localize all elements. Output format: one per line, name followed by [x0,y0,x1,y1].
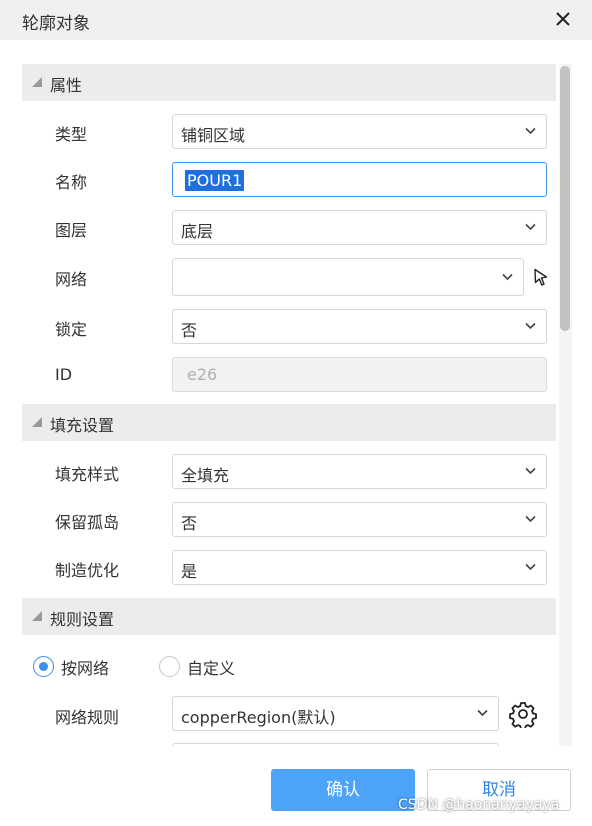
section-fill-header[interactable]: 填充设置 [22,404,556,441]
mfg-optimize-select[interactable]: 是 [172,550,547,585]
collapse-triangle-icon[interactable] [32,417,42,427]
section-properties-label: 属性 [50,76,83,95]
id-value: e26 [187,365,218,384]
name-input[interactable]: POUR1 [172,162,547,197]
id-label: ID [55,365,73,384]
chevron-down-icon [502,273,513,281]
radio-custom[interactable] [159,656,180,677]
fill-style-label: 填充样式 [55,465,120,484]
section-fill-label: 填充设置 [50,416,115,435]
collapse-triangle-icon[interactable] [32,77,42,87]
radio-by-net[interactable] [33,656,54,677]
lock-label: 锁定 [55,320,88,339]
net-select[interactable] [172,258,524,296]
mfg-optimize-value: 是 [181,562,198,581]
chevron-down-icon [525,127,536,135]
net-rule-value: copperRegion(默认) [181,708,336,727]
dialog-footer: 确认 取消 CSDN @haonanyayaya [0,746,592,826]
chevron-down-icon [525,515,536,523]
layer-value: 底层 [181,222,214,241]
keep-islands-value: 否 [181,514,198,533]
net-rule-select[interactable]: copperRegion(默认) [172,696,499,731]
gear-icon[interactable] [509,700,537,728]
chevron-down-icon [525,223,536,231]
fill-style-select[interactable]: 全填充 [172,454,547,489]
type-value: 铺铜区域 [181,126,246,145]
layer-label: 图层 [55,221,88,240]
radio-custom-label[interactable]: 自定义 [187,655,235,679]
layer-select[interactable]: 底层 [172,210,547,245]
radio-by-net-label[interactable]: 按网络 [61,655,109,679]
section-properties-header[interactable]: 属性 [22,64,556,101]
fill-style-value: 全填充 [181,466,230,485]
type-label: 类型 [55,125,88,144]
vertical-scrollbar[interactable] [559,64,572,746]
name-label: 名称 [55,173,88,192]
lock-value: 否 [181,321,198,340]
id-input: e26 [172,357,547,392]
close-icon[interactable] [551,7,575,31]
scrollbar-thumb[interactable] [560,66,570,331]
section-rules-header[interactable]: 规则设置 [22,598,556,635]
dialog-body: 属性 类型 铺铜区域 名称 POUR1 图层 底层 网络 锁定 否 ID e26… [0,40,592,746]
net-label: 网络 [55,270,88,289]
dialog-title: 轮廓对象 [22,14,90,34]
confirm-button[interactable]: 确认 [271,769,415,811]
chevron-down-icon [477,709,488,717]
dialog-titlebar: 轮廓对象 [0,0,592,40]
name-input-value: POUR1 [185,170,245,191]
pointer-pick-icon[interactable] [533,268,549,286]
type-select[interactable]: 铺铜区域 [172,114,547,149]
keep-islands-select[interactable]: 否 [172,502,547,537]
chevron-down-icon [525,322,536,330]
collapse-triangle-icon[interactable] [32,611,42,621]
keep-islands-label: 保留孤岛 [55,513,120,532]
net-rule-label: 网络规则 [55,708,120,727]
lock-select[interactable]: 否 [172,309,547,344]
section-rules-label: 规则设置 [50,610,115,629]
radio-dot [39,662,48,671]
watermark: CSDN @haonanyayaya [398,797,560,813]
chevron-down-icon [525,467,536,475]
chevron-down-icon [525,563,536,571]
mfg-optimize-label: 制造优化 [55,561,120,580]
